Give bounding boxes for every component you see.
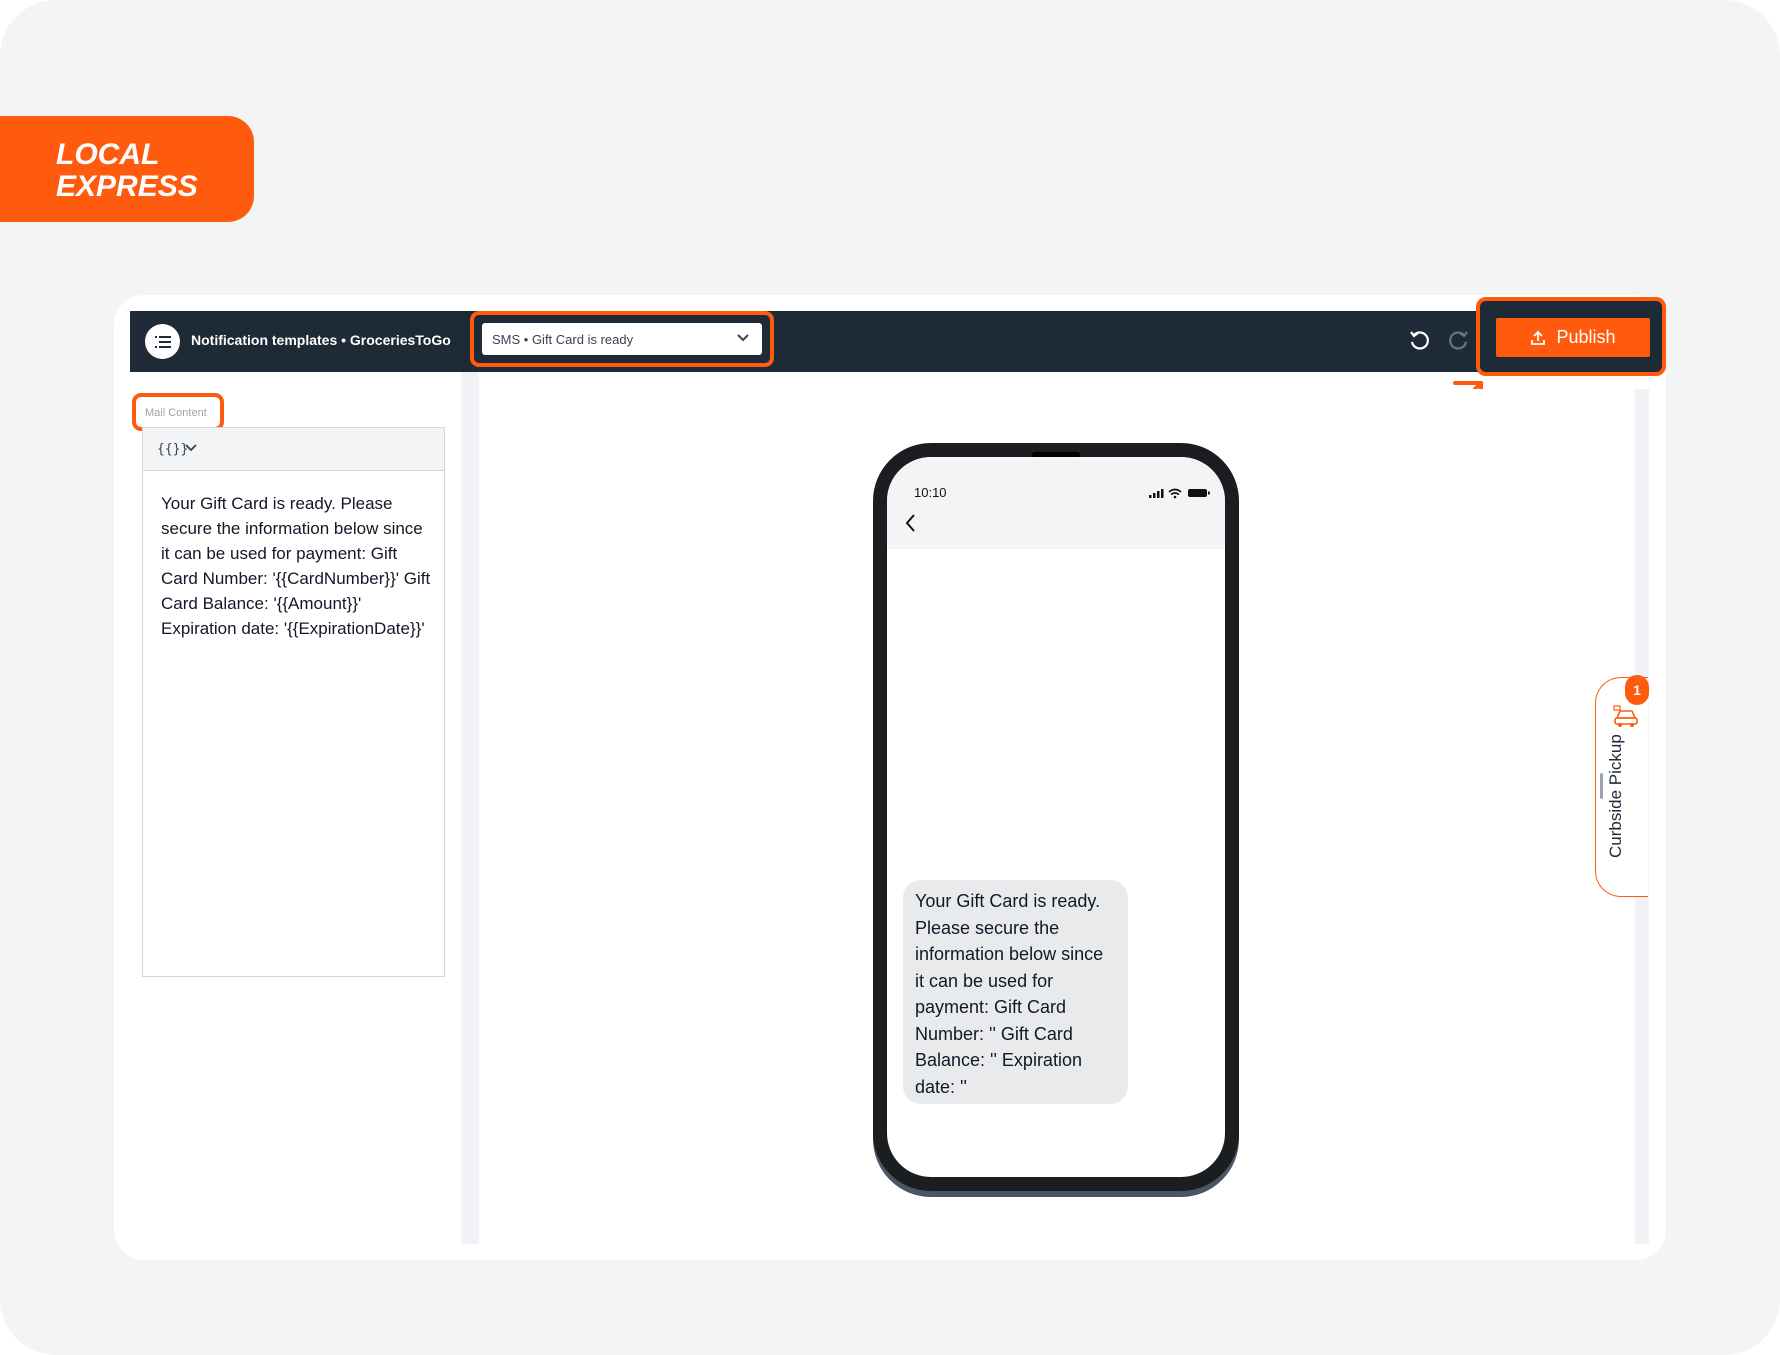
chevron-down-icon xyxy=(737,334,749,342)
curbside-count-badge: 1 xyxy=(1625,675,1649,705)
drag-handle[interactable] xyxy=(1600,773,1603,799)
signal-wifi-battery-icon xyxy=(1149,488,1210,499)
sms-message-bubble: Your Gift Card is ready. Please secure t… xyxy=(903,880,1128,1104)
brand-logo: LOCAL EXPRESS xyxy=(0,116,254,222)
phone-time: 10:10 xyxy=(914,485,947,500)
list-icon xyxy=(154,335,171,348)
panel-divider[interactable] xyxy=(461,372,479,1244)
page-title: Notification templates • GroceriesToGo xyxy=(191,332,451,348)
editor-textarea[interactable]: Your Gift Card is ready. Please secure t… xyxy=(161,491,431,641)
undo-icon[interactable] xyxy=(1407,328,1433,354)
phone-screen: 10:10 Your Gift Card is ready. Please se… xyxy=(887,457,1225,1177)
publish-highlight: Publish xyxy=(1476,297,1666,376)
svg-text:LOCAL: LOCAL xyxy=(56,138,159,171)
template-select-value: SMS • Gift Card is ready xyxy=(492,332,634,347)
back-icon[interactable] xyxy=(903,512,917,534)
redo-icon[interactable] xyxy=(1445,328,1471,354)
insert-variable-button[interactable]: {{}} xyxy=(157,442,188,457)
content-editor[interactable]: {{}} Your Gift Card is ready. Please sec… xyxy=(142,427,445,977)
svg-text:EXPRESS: EXPRESS xyxy=(56,170,198,202)
chevron-down-icon[interactable] xyxy=(185,443,197,452)
menu-button[interactable] xyxy=(145,324,180,359)
mail-content-highlight: Mail Content xyxy=(132,393,224,431)
local-express-logo: LOCAL EXPRESS xyxy=(56,138,198,202)
template-select-highlight: SMS • Gift Card is ready xyxy=(470,311,774,367)
phone-status-bar: 10:10 xyxy=(887,457,1225,549)
editor-toolbar: {{}} xyxy=(143,428,444,471)
template-select[interactable]: SMS • Gift Card is ready xyxy=(482,323,762,355)
mail-content-label: Mail Content xyxy=(145,407,207,419)
publish-button[interactable]: Publish xyxy=(1496,318,1650,357)
phone-preview: 10:10 Your Gift Card is ready. Please se… xyxy=(873,443,1239,1191)
publish-label: Publish xyxy=(1556,327,1616,347)
curbside-pickup-label: Curbside Pickup xyxy=(1606,734,1625,858)
car-pickup-icon xyxy=(1613,705,1638,727)
curbside-pickup-tab[interactable]: Curbside Pickup xyxy=(1595,677,1648,897)
upload-icon xyxy=(1531,330,1546,345)
